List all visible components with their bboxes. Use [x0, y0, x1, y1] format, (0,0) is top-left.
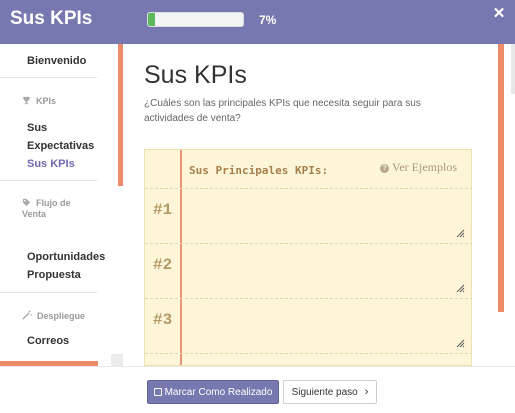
app-title: Sus KPIs [10, 8, 93, 29]
sidebar-divider [0, 180, 97, 181]
sidebar-section-label: KPIs [36, 96, 57, 106]
kpi-number: #1 [153, 201, 173, 219]
mark-done-label: Marcar Como Realizado [164, 386, 273, 398]
kpi-number: #3 [153, 311, 173, 329]
sidebar-item-correos[interactable]: Correos [27, 332, 69, 350]
page-title: Sus KPIs [144, 61, 247, 89]
sidebar-divider [0, 292, 97, 293]
kpi-number: #2 [153, 256, 173, 274]
sidebar-item-bienvenido[interactable]: Bienvenido [27, 52, 86, 70]
kpi-input-1[interactable] [183, 191, 465, 239]
resize-grip-icon[interactable] [456, 284, 465, 293]
examples-link[interactable]: ? Ver Ejemplos [380, 160, 457, 175]
tag-icon [22, 198, 31, 207]
trophy-icon [22, 96, 31, 105]
kpi-row: #2 [145, 243, 471, 298]
progress-fill [148, 13, 155, 26]
outer-scrollbar[interactable] [511, 44, 515, 94]
kpi-input-3[interactable] [183, 301, 465, 349]
examples-link-label: Ver Ejemplos [392, 160, 457, 174]
close-icon[interactable]: ✕ [491, 5, 507, 23]
question-circle-icon: ? [380, 164, 389, 173]
next-step-button[interactable]: Siguiente paso › [283, 380, 377, 404]
kpi-row [145, 353, 471, 365]
sidebar-item-sus-expectativas[interactable]: Sus Expectativas [27, 119, 107, 155]
sidebar-divider [0, 77, 97, 78]
sidebar-item-propuesta[interactable]: Propuesta [27, 266, 81, 284]
sidebar-section-kpis: KPIs [22, 96, 56, 107]
page-subtitle: ¿Cuáles son las principales KPIs que nec… [144, 98, 421, 124]
kpi-row: #3 [145, 298, 471, 353]
kpi-notebook: Sus Principales KPIs: ? Ver Ejemplos #1 #… [144, 149, 472, 366]
progress-bar [147, 12, 244, 27]
kpi-row: #1 [145, 188, 471, 243]
notebook-header: Sus Principales KPIs: [189, 164, 329, 177]
sidebar-item-oportunidades[interactable]: Oportunidades [27, 248, 105, 266]
next-step-label: Siguiente paso [291, 386, 358, 398]
main-scrollbar-thumb[interactable] [498, 44, 504, 312]
chevron-right-icon: › [364, 386, 369, 398]
mark-done-button[interactable]: Marcar Como Realizado [147, 380, 279, 404]
kpi-input-2[interactable] [183, 246, 465, 294]
checkbox-icon [153, 388, 162, 396]
progress-percent: 7% [259, 13, 277, 27]
resize-grip-icon[interactable] [456, 339, 465, 348]
magic-wand-icon [22, 310, 32, 320]
sidebar-section-label: Despliegue [37, 311, 86, 321]
top-bar: Sus KPIs 7% ✕ [0, 0, 515, 44]
sidebar-section-despliegue: Despliegue [22, 310, 85, 322]
resize-grip-icon[interactable] [456, 229, 465, 238]
sidebar-section-flujo-de-venta: Flujo de Venta [22, 198, 92, 220]
sidebar-item-sus-kpis[interactable]: Sus KPIs [27, 155, 75, 173]
sidebar-scroll-corner [111, 354, 123, 366]
